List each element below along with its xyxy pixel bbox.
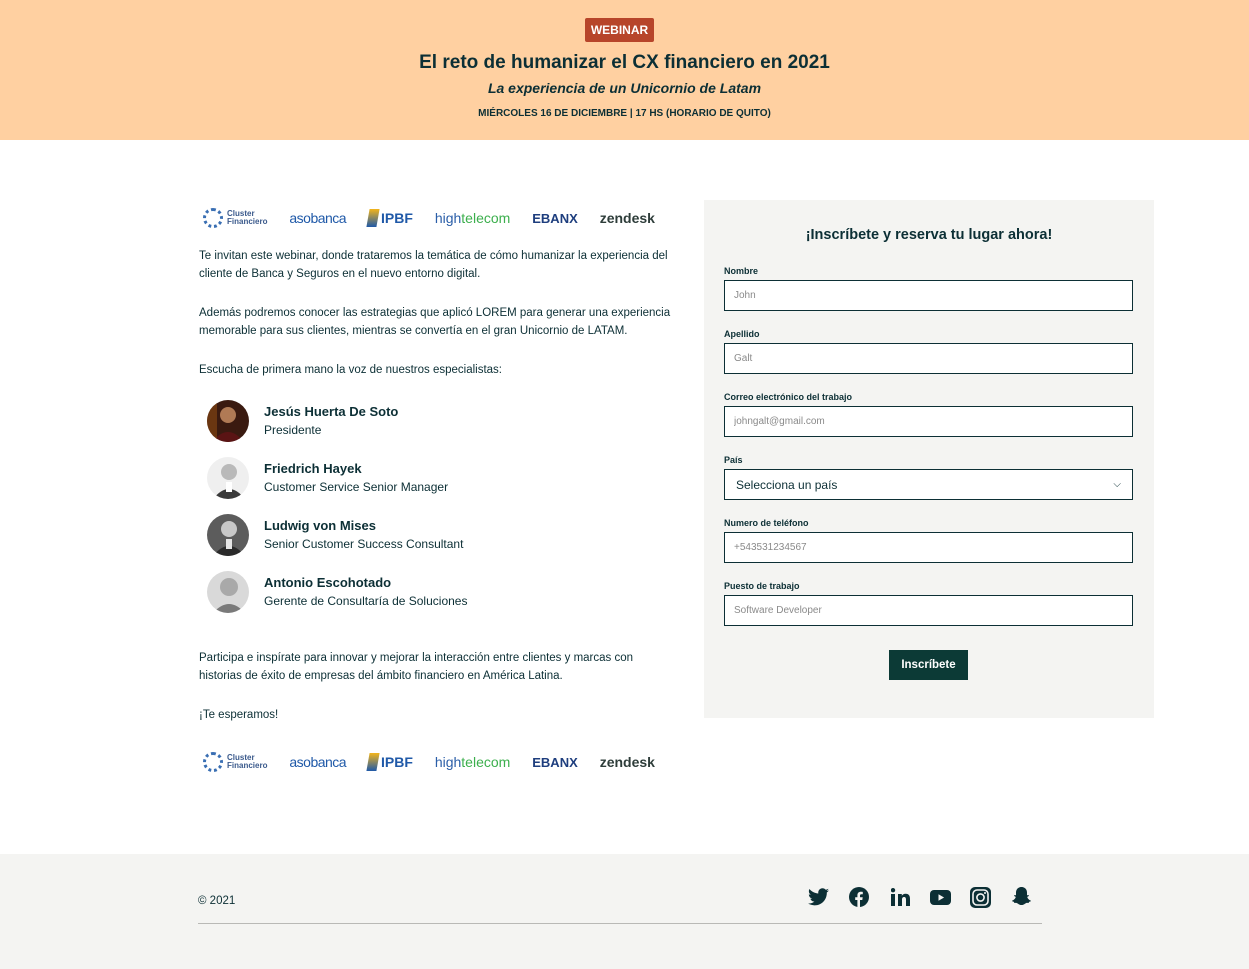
avatar [207, 514, 249, 556]
sponsor-logos-top: Cluster Financiero asobanca IPBF high tele… [203, 204, 655, 232]
email-label: Correo electrónico del trabajo [724, 392, 853, 402]
phone-field[interactable] [724, 532, 1133, 563]
speaker-item: Antonio Escohotado Gerente de Consultarí… [207, 571, 667, 615]
last-name-field[interactable] [724, 343, 1133, 374]
ebanx-logo: EBANX [532, 754, 578, 770]
ipbf-flag-icon [366, 209, 380, 227]
intro-paragraph-3: Escucha de primera mano la voz de nuestr… [199, 364, 502, 376]
avatar [207, 571, 249, 613]
linkedin-icon[interactable] [889, 886, 911, 908]
ipbf-logo: IPBF [366, 753, 413, 771]
submit-button[interactable]: Inscríbete [889, 650, 968, 680]
page-subtitle: La experiencia de un Unicornio de Latam [487, 80, 762, 96]
closing-text: ¡Te esperamos! [199, 709, 279, 721]
speaker-name: Antonio Escohotado [264, 575, 392, 590]
avatar [207, 400, 249, 442]
first-name-field[interactable] [724, 280, 1133, 311]
last-name-label: Apellido [724, 329, 760, 339]
country-select-value: Selecciona un país [736, 477, 838, 492]
job-title-field[interactable] [724, 595, 1133, 626]
speaker-role: Senior Customer Success Consultant [264, 537, 464, 551]
snapchat-icon[interactable] [1010, 886, 1032, 908]
footer: © 2021 [0, 854, 1249, 969]
registration-form: ¡Inscríbete y reserva tu lugar ahora! No… [704, 200, 1154, 718]
form-title: ¡Inscríbete y reserva tu lugar ahora! [805, 227, 1053, 243]
cluster-ring-icon [203, 208, 223, 228]
speaker-item: Ludwig von Mises Senior Customer Success… [207, 514, 667, 558]
email-field[interactable] [724, 406, 1133, 437]
zendesk-logo: zendesk [599, 754, 655, 770]
youtube-icon[interactable] [929, 886, 951, 908]
webinar-banner: WEBINAR El reto de humanizar el CX finan… [0, 0, 1249, 140]
speaker-role: Presidente [264, 423, 322, 437]
page-title: El reto de humanizar el CX financiero en… [419, 52, 830, 73]
copyright: © 2021 [198, 895, 236, 907]
job-title-label: Puesto de trabajo [724, 581, 800, 591]
sponsor-logos-bottom: Cluster Financiero asobanca IPBF high tele… [203, 748, 655, 776]
avatar [207, 457, 249, 499]
webinar-badge: WEBINAR [585, 18, 654, 42]
country-label: País [724, 455, 743, 465]
first-name-label: Nombre [724, 266, 759, 276]
zendesk-logo: zendesk [599, 210, 655, 226]
cluster-financiero-logo: Cluster Financiero [203, 208, 267, 228]
phone-label: Numero de teléfono [724, 518, 809, 528]
cluster-financiero-logo: Cluster Financiero [203, 752, 267, 772]
speaker-role: Customer Service Senior Manager [264, 480, 449, 494]
cluster-ring-icon [203, 752, 223, 772]
speaker-name: Ludwig von Mises [264, 518, 376, 533]
speaker-role: Gerente de Consultaría de Soluciones [264, 594, 468, 608]
intro-paragraph-2: Además podremos conocer las estrategias … [199, 307, 671, 337]
event-date: MIÉRCOLES 16 DE DICIEMBRE | 17 HS (HORAR… [478, 108, 771, 119]
country-select[interactable]: Selecciona un país ⌵ [724, 469, 1133, 500]
twitter-icon[interactable] [807, 886, 829, 908]
outro-paragraph: Participa e inspírate para innovar y mej… [199, 652, 634, 682]
speaker-name: Friedrich Hayek [264, 461, 362, 476]
hightelecom-logo: high telecom [434, 754, 511, 770]
ebanx-logo: EBANX [532, 210, 578, 226]
hightelecom-logo: high telecom [434, 210, 511, 226]
facebook-icon[interactable] [848, 886, 870, 908]
speaker-item: Jesús Huerta De Soto Presidente [207, 400, 667, 444]
asobanca-logo: asobanca [289, 210, 347, 226]
ipbf-flag-icon [366, 753, 380, 771]
ipbf-logo: IPBF [366, 209, 413, 227]
speaker-name: Jesús Huerta De Soto [264, 404, 399, 419]
asobanca-logo: asobanca [289, 754, 347, 770]
chevron-down-icon: ⌵ [1113, 479, 1121, 490]
speaker-item: Friedrich Hayek Customer Service Senior … [207, 457, 667, 501]
instagram-icon[interactable] [969, 886, 991, 908]
intro-paragraph-1: Te invitan este webinar, donde trataremo… [199, 250, 668, 280]
footer-divider [198, 923, 1042, 924]
